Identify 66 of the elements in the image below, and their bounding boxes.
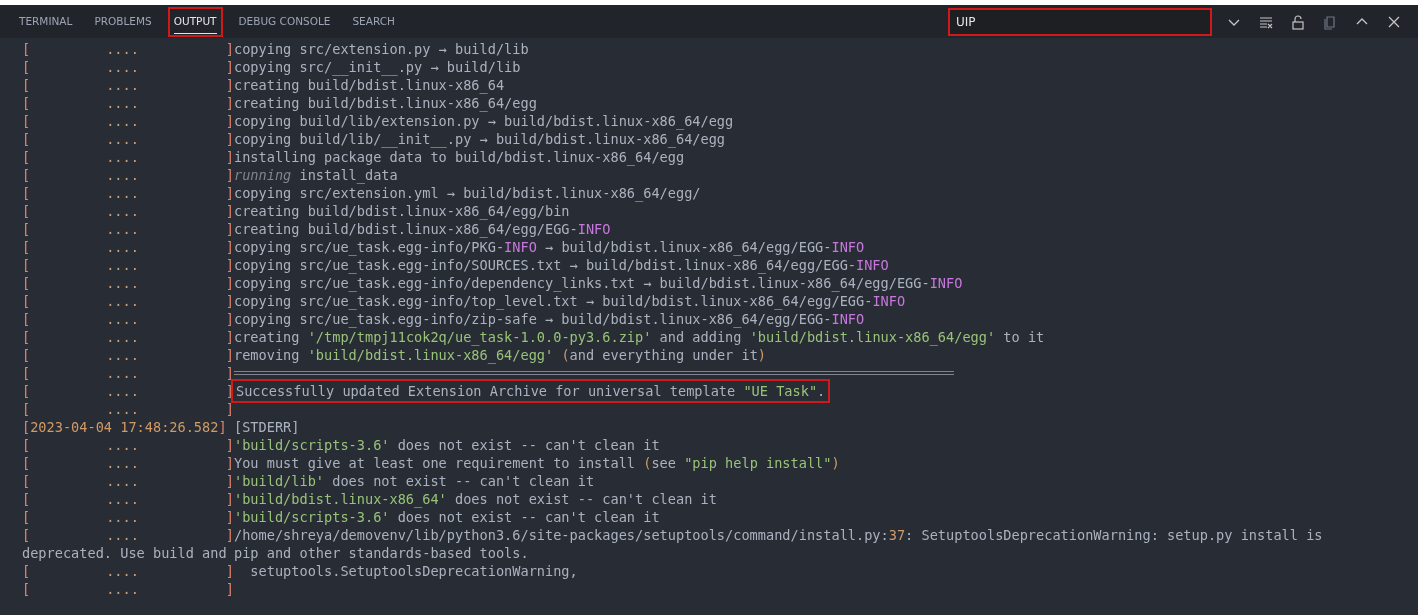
log-prefix: [ .... ] (22, 166, 234, 184)
log-prefix: [ .... ] (22, 562, 234, 580)
panel-tab[interactable]: DEBUG CONSOLE (234, 8, 335, 35)
log-prefix: [ .... ] (22, 364, 234, 382)
log-prefix: [ .... ] (22, 148, 234, 166)
log-message: You must give at least one requirement to install (see "pip help install") (234, 454, 840, 472)
log-prefix: [ .... ] (22, 292, 234, 310)
log-text: deprecated. Use build and (22, 544, 228, 562)
log-prefix: [ .... ] (22, 94, 234, 112)
log-message: copying src/__init__.py → build/lib (234, 58, 521, 76)
log-message: removing 'build/bdist.linux-x86_64/egg' (and everything under it) (234, 346, 766, 364)
log-prefix: [ .... ] (22, 472, 234, 490)
log-prefix: [ .... ] (22, 220, 234, 238)
log-prefix: [ .... ] (22, 454, 234, 472)
log-message: creating build/bdist.linux-x86_64 (234, 76, 505, 94)
log-message: copying src/ue_task.egg-info/zip-safe → build/bdist.linux-x86_64/egg/EGG-INFO (234, 310, 865, 328)
log-prefix: [ .... ] (22, 112, 234, 130)
log-prefix: [ .... ] (22, 256, 234, 274)
log-message: 'build/lib' does not exist -- can't clean it (234, 472, 595, 490)
log-message: copying src/ue_task.egg-info/dependency_links.txt → build/bdist.linux-x86_64/egg/EGG-INFO (234, 274, 963, 292)
timestamp: [2023-04-04 17:48:26.582] (22, 418, 228, 436)
log-message: copying src/extension.yml → build/bdist.linux-x86_64/egg/ (234, 184, 701, 202)
log-message: [STDERR] (234, 418, 300, 436)
panel-tab[interactable]: OUTPUT (169, 8, 221, 35)
log-message: running install_data (234, 166, 398, 184)
log-prefix: [ .... ] (22, 202, 234, 220)
log-message: copying src/ue_task.egg-info/PKG-INFO → build/bdist.linux-x86_64/egg/EGG-INFO (234, 238, 865, 256)
log-message: /home/shreya/demovenv/lib/python3.6/site-packages/setuptools/command/install.py:37: SetuptoolsDeprecationWarning: setup.py install is (234, 526, 1323, 544)
log-message: creating build/bdist.linux-x86_64/egg/bin (234, 202, 570, 220)
log-message: 'build/bdist.linux-x86_64' does not exist -- can't clean it (234, 490, 717, 508)
log-message: installing package data to build/bdist.linux-x86_64/egg (234, 148, 685, 166)
log-prefix: [ .... ] (22, 508, 234, 526)
log-message: pip and other standards-based tools. (234, 544, 529, 562)
panel-tab[interactable]: SEARCH (348, 8, 399, 35)
log-message: 'build/scripts-3.6' does not exist -- can't clean it (234, 508, 660, 526)
log-prefix: [ .... ] (22, 40, 234, 58)
log-message: copying src/ue_task.egg-info/SOURCES.txt → build/bdist.linux-x86_64/egg/EGG-INFO (234, 256, 889, 274)
panel-tab[interactable]: TERMINAL (15, 8, 77, 35)
log-message: 'build/scripts-3.6' does not exist -- can't clean it (234, 436, 660, 454)
log-message: copying src/extension.py → build/lib (234, 40, 529, 58)
log-prefix: [ .... ] (22, 238, 234, 256)
log-prefix: [ .... ] (22, 526, 234, 544)
log-prefix: [ .... ] (22, 346, 234, 364)
log-prefix: [ .... ] (22, 58, 234, 76)
log-message: creating '/tmp/tmpj11cok2q/ue_task-1.0.0-py3.6.zip' and adding 'build/bdist.linux-x86_64/egg' to it (234, 328, 1045, 346)
log-message: creating build/bdist.linux-x86_64/egg (234, 94, 537, 112)
log-prefix: [ .... ] (22, 580, 234, 598)
panel-tab[interactable]: PROBLEMS (90, 8, 156, 35)
log-prefix: [ .... ] (22, 76, 234, 94)
log-prefix: [ .... ] (22, 328, 234, 346)
filter-field[interactable]: UIP (950, 9, 1210, 34)
log-message: copying build/lib/extension.py → build/bdist.linux-x86_64/egg (234, 112, 734, 130)
log-message: Successfully updated Extension Archive for universal template "UE Task". (234, 382, 828, 400)
log-prefix: [ .... ] (22, 436, 234, 454)
log-prefix: [ .... ] (22, 382, 234, 400)
log-prefix: [ .... ] (22, 310, 234, 328)
log-prefix: [ .... ] (22, 274, 234, 292)
log-prefix: [ .... ] (22, 490, 234, 508)
log-prefix: [ .... ] (22, 400, 234, 418)
log-prefix: [ .... ] (22, 184, 234, 202)
log-message: setuptools.SetuptoolsDeprecationWarning, (249, 562, 578, 580)
log-message: creating build/bdist.linux-x86_64/egg/EGG-INFO (234, 220, 611, 238)
log-prefix: [ .... ] (22, 130, 234, 148)
unlocked-padlock-icon[interactable] (1290, 13, 1306, 30)
log-message: copying src/ue_task.egg-info/top_level.txt → build/bdist.linux-x86_64/egg/EGG-INFO (234, 292, 906, 310)
log-message: copying build/lib/__init__.py → build/bdist.linux-x86_64/egg (234, 130, 726, 148)
